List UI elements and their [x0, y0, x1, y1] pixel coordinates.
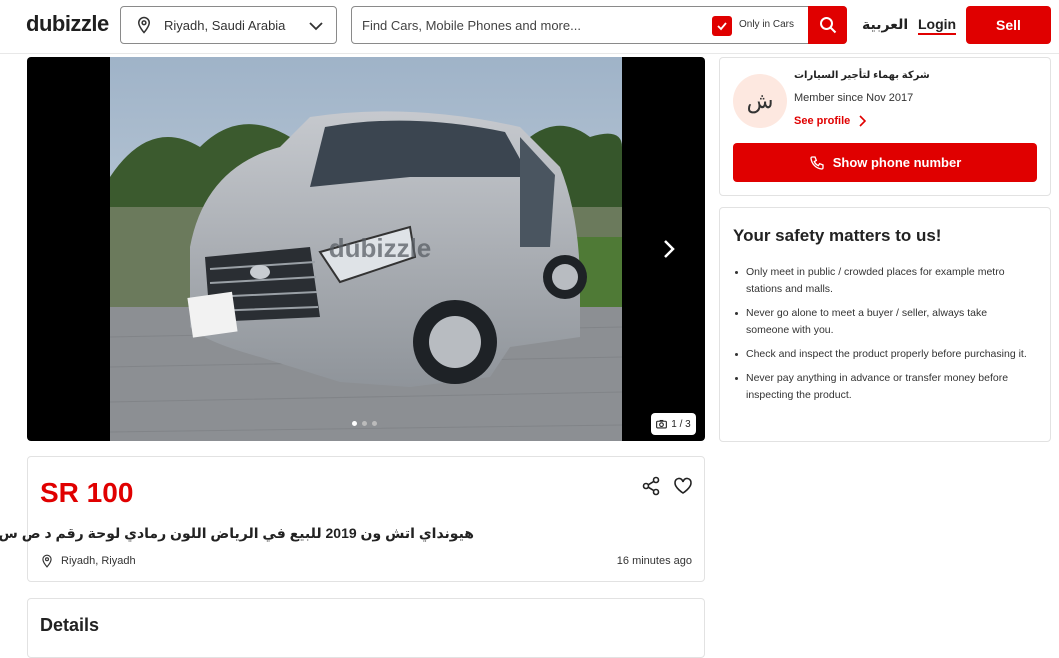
photo-counter[interactable]: 1 / 3	[651, 413, 696, 435]
search-bar[interactable]: Find Cars, Mobile Phones and more... Onl…	[351, 6, 847, 44]
language-switch[interactable]: العربية	[862, 16, 908, 33]
favorite-heart-icon[interactable]	[673, 476, 693, 496]
safety-tips-card: Your safety matters to us! Only meet in …	[719, 207, 1051, 442]
gallery-dots	[352, 421, 377, 426]
chevron-down-icon	[309, 22, 323, 31]
see-profile-label: See profile	[794, 115, 851, 127]
listing-price: SR 100	[40, 477, 134, 508]
safety-tip: Never pay anything in advance or transfe…	[733, 370, 1028, 404]
sell-button[interactable]: Sell	[966, 6, 1051, 44]
listing-location: Riyadh, Riyadh	[40, 554, 136, 568]
camera-icon	[656, 419, 668, 429]
details-section: Details	[27, 598, 705, 658]
listing-location-label: Riyadh, Riyadh	[61, 555, 136, 567]
location-label: Riyadh, Saudi Arabia	[164, 17, 286, 33]
gallery-dot[interactable]	[372, 421, 377, 426]
chevron-right-icon	[859, 115, 867, 127]
safety-tip: Only meet in public / crowded places for…	[733, 264, 1028, 298]
car-photo-illustration: dubizzle	[110, 57, 622, 441]
show-phone-label: Show phone number	[832, 155, 962, 170]
location-selector[interactable]: Riyadh, Saudi Arabia	[120, 6, 337, 44]
gallery-dot[interactable]	[352, 421, 357, 426]
search-input[interactable]: Find Cars, Mobile Phones and more...	[362, 18, 581, 33]
seller-name[interactable]: شركة بهماء لتأجير السيارات	[794, 70, 930, 81]
seller-card: ش شركة بهماء لتأجير السيارات Member sinc…	[719, 57, 1051, 196]
next-photo-arrow-icon[interactable]	[661, 237, 677, 261]
location-pin-icon	[42, 554, 52, 568]
top-header: dubizzle Riyadh, Saudi Arabia Find Cars,…	[0, 0, 1059, 54]
gallery-dot[interactable]	[362, 421, 367, 426]
safety-tip: Check and inspect the product properly b…	[733, 346, 1028, 363]
login-link[interactable]: Login	[918, 16, 957, 35]
safety-tip: Never go alone to meet a buyer / seller,…	[733, 305, 1028, 339]
watermark-text: dubizzle	[329, 233, 432, 263]
checkmark-icon	[717, 22, 727, 31]
safety-heading: Your safety matters to us!	[733, 226, 942, 245]
only-in-cars-checkbox[interactable]	[712, 16, 732, 36]
show-phone-button[interactable]: Show phone number	[733, 143, 1037, 182]
listing-photo[interactable]: dubizzle	[110, 57, 622, 441]
listing-summary-card: SR 100 هيونداي اتش ون 2019 للبيع في الري…	[0, 456, 705, 582]
listing-title: هيونداي اتش ون 2019 للبيع في الرياض اللو…	[0, 525, 474, 541]
dubizzle-logo[interactable]: dubizzle	[26, 11, 109, 37]
share-icon[interactable]	[641, 476, 661, 496]
location-pin-icon	[137, 16, 151, 34]
see-profile-link[interactable]: See profile	[794, 115, 867, 127]
posted-time: 16 minutes ago	[616, 555, 692, 567]
member-since: Member since Nov 2017	[794, 92, 914, 104]
only-in-cars-label: Only in Cars	[739, 19, 795, 30]
phone-icon	[810, 155, 824, 170]
photo-gallery[interactable]: dubizzle 1 / 3	[27, 57, 705, 441]
search-icon	[819, 17, 836, 34]
safety-tips-list: Only meet in public / crowded places for…	[733, 264, 1028, 411]
seller-avatar[interactable]: ش	[733, 74, 787, 128]
photo-counter-label: 1 / 3	[671, 418, 691, 430]
search-button[interactable]	[808, 6, 847, 44]
details-heading: Details	[40, 615, 100, 635]
